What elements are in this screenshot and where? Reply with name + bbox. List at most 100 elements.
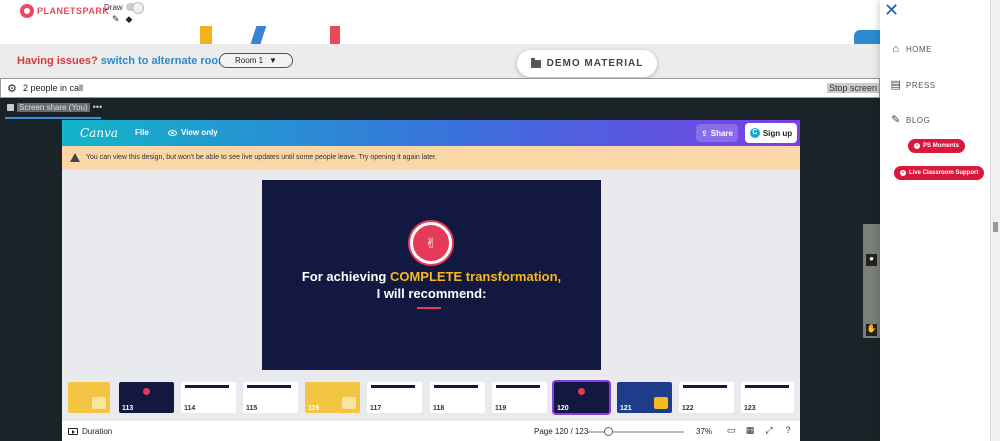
thumbnail-decor <box>342 397 356 409</box>
thumbnail-number: 115 <box>246 405 258 412</box>
people-count: 2 people in call <box>23 83 84 93</box>
video-stage: Screen share (You) ••• Canva File View o… <box>0 98 880 441</box>
thumbnail-number: 114 <box>184 405 196 412</box>
side-menu: ✕ ⌂ HOME ▤ PRESS ✎ BLOG • PS Moments • L… <box>880 0 990 441</box>
duration-button[interactable]: Duration <box>68 427 112 436</box>
play-icon <box>68 428 78 435</box>
view-only-label: View only <box>181 128 218 137</box>
thumbnail-decor <box>745 385 789 388</box>
duration-label: Duration <box>82 427 113 436</box>
issue-text: Having issues? switch to alternate room <box>17 55 228 67</box>
demo-material-button[interactable]: DEMO MATERIAL <box>517 50 657 77</box>
thumbnail-decor <box>143 388 150 395</box>
thumbnail-decor <box>683 385 727 388</box>
hand-raise-icon[interactable]: ✋ <box>866 324 877 336</box>
slide-line-1-prefix: For achieving <box>301 269 390 284</box>
thumbnail-slide[interactable]: 118 <box>430 382 485 413</box>
slide-line-2: I will recommend: <box>376 286 487 301</box>
ps-moments-label: PS Moments <box>923 143 960 149</box>
top-bar: PLANETSPARK Draw ✎ ◆ <box>0 0 880 26</box>
thumbnail-slide[interactable] <box>68 382 110 413</box>
thumbnail-slide[interactable]: 121 <box>617 382 672 413</box>
thumbnail-slide[interactable]: 113 <box>119 382 174 413</box>
menu-item-press[interactable]: ▤ PRESS <box>890 79 936 91</box>
planetspark-logo[interactable]: PLANETSPARK <box>20 4 109 18</box>
thumbnail-slide[interactable]: 114 <box>181 382 236 413</box>
ps-moments-button[interactable]: • PS Moments <box>908 139 966 153</box>
canva-footer: Duration Page 120 / 123 37% ▭ ▦ ⤢ ? <box>62 421 800 441</box>
eraser-icon[interactable]: ◆ <box>126 14 133 25</box>
thumbnail-decor <box>578 388 585 395</box>
screen-share-tab[interactable]: Screen share (You) ••• <box>7 102 102 112</box>
caret-down-icon: ▼ <box>269 56 277 65</box>
thumbnail-slide[interactable]: 123 <box>741 382 794 413</box>
thumbnail-slide[interactable]: 115 <box>243 382 298 413</box>
thumbnail-slide[interactable]: 119 <box>492 382 547 413</box>
alternate-room-link[interactable]: switch to alternate room <box>101 55 228 67</box>
notes-icon[interactable]: ▭ <box>726 426 736 435</box>
share-button[interactable]: ⇪ Share <box>696 124 738 142</box>
thumbnail-decor <box>247 385 291 388</box>
zoom-slider[interactable] <box>588 431 684 433</box>
thumbnail-number: 122 <box>682 405 694 412</box>
view-only-button[interactable]: View only <box>168 128 218 137</box>
more-options-icon[interactable]: ••• <box>93 102 102 112</box>
issue-bar: Having issues? switch to alternate room … <box>0 44 880 78</box>
canva-logo[interactable]: Canva <box>80 126 118 140</box>
thumbnail-decor <box>185 385 229 388</box>
share-icon: ⇪ <box>701 128 708 138</box>
thumbnail-slide[interactable]: 116 <box>305 382 360 413</box>
eye-icon <box>168 129 177 136</box>
pill-dot-icon: • <box>900 170 906 176</box>
slide-line-1-accent: COMPLETE transformation, <box>389 269 562 284</box>
live-support-button[interactable]: • Live Classroom Support <box>894 166 985 180</box>
thumbnail-slide[interactable]: 120 <box>554 382 609 413</box>
canva-header: Canva File View only ⇪ Share C Sign up <box>62 120 800 146</box>
thumbnail-decor <box>371 385 415 388</box>
thumbnail-number: 121 <box>620 405 632 412</box>
logo-icon <box>20 4 34 18</box>
folder-icon <box>530 57 541 68</box>
zoom-slider-handle[interactable] <box>604 427 614 436</box>
thumbnail-number: 113 <box>122 405 134 412</box>
participant-camera: ● ✋ <box>863 224 880 338</box>
page-indicator: Page 120 / 123 <box>534 427 589 436</box>
sign-up-label: Sign up <box>762 128 793 138</box>
zoom-percent: 37% <box>696 427 713 436</box>
thumbnail-number: 123 <box>744 405 756 412</box>
fullscreen-icon[interactable]: ⤢ <box>764 426 774 435</box>
menu-home-label: HOME <box>906 44 932 54</box>
screen-share-label: Screen share (You) <box>17 102 90 112</box>
gear-icon[interactable]: ⚙ <box>7 82 17 95</box>
logo-text: PLANETSPARK <box>37 6 110 16</box>
sign-up-button[interactable]: C Sign up <box>745 123 797 143</box>
pencil-icon[interactable]: ✎ <box>112 14 120 25</box>
thumbnail-number: 120 <box>557 405 569 412</box>
stop-screen-button[interactable]: Stop screen <box>826 83 879 93</box>
slide-divider <box>417 307 441 309</box>
thumbnail-slide[interactable]: 122 <box>679 382 734 413</box>
menu-press-label: PRESS <box>906 80 936 90</box>
grid-view-icon[interactable]: ▦ <box>745 426 755 435</box>
scrollbar-thumb[interactable] <box>993 222 998 232</box>
warning-banner: You can view this design, but won't be a… <box>62 146 800 170</box>
demo-material-label: DEMO MATERIAL <box>546 58 644 69</box>
menu-item-blog[interactable]: ✎ BLOG <box>890 114 930 126</box>
thumbnail-number: 116 <box>308 405 320 412</box>
menu-item-home[interactable]: ⌂ HOME <box>890 43 932 55</box>
page-scrollbar[interactable] <box>990 0 1000 441</box>
canva-window: Canva File View only ⇪ Share C Sign up Y… <box>62 120 800 441</box>
home-icon: ⌂ <box>892 43 900 55</box>
thumbnail-decor <box>434 385 478 388</box>
slide-line-1: For achieving COMPLETE transformation, <box>262 269 601 284</box>
help-icon[interactable]: ? <box>783 426 793 435</box>
warning-icon <box>70 153 80 162</box>
draw-toggle[interactable] <box>126 2 144 14</box>
thumbnail-decor <box>496 385 540 388</box>
thumbnail-slide[interactable]: 117 <box>367 382 422 413</box>
microphone-icon[interactable]: ● <box>866 254 877 266</box>
menu-blog-label: BLOG <box>906 115 931 125</box>
file-menu[interactable]: File <box>135 128 149 137</box>
room-select[interactable]: Room 1 ▼ <box>219 53 293 68</box>
close-icon[interactable]: ✕ <box>884 0 899 21</box>
